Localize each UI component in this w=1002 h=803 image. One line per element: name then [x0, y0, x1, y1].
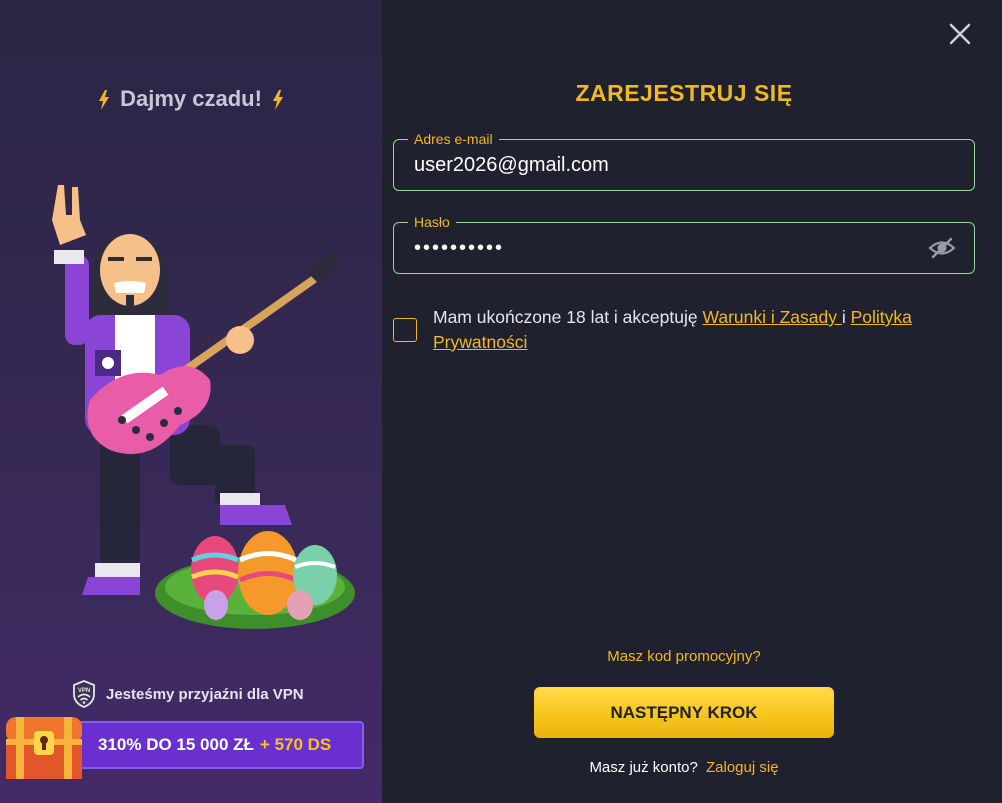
email-input[interactable]	[414, 140, 914, 190]
form-title: ZAREJESTRUJ SIĘ	[575, 80, 793, 106]
login-prompt: Masz już konto?	[589, 759, 698, 776]
terms-checkbox[interactable]	[393, 318, 417, 342]
promo-title-text: Dajmy czadu!	[120, 86, 262, 111]
vpn-text: Jesteśmy przyjaźni dla VPN	[106, 685, 304, 703]
svg-text:VPN: VPN	[78, 688, 90, 694]
promo-code-link[interactable]: Masz kod promocyjny?	[393, 648, 975, 665]
eye-off-icon[interactable]	[928, 236, 956, 260]
bonus-extra-text: + 570 DS	[259, 735, 332, 754]
terms-link[interactable]: Warunki i Zasady	[702, 307, 841, 327]
password-field: Hasło	[393, 213, 975, 274]
bonus-main-text: 310% DO 15 000 ZŁ	[98, 735, 254, 754]
treasure-chest-icon	[6, 717, 82, 779]
login-link[interactable]: Zaloguj się	[706, 759, 779, 776]
next-step-button[interactable]: NASTĘPNY KROK	[534, 687, 834, 738]
login-prompt-row: Masz już konto? Zaloguj się	[393, 759, 975, 776]
vpn-friendly-note: VPN Jesteśmy przyjaźni dla VPN	[72, 680, 304, 708]
email-field: Adres e-mail	[393, 130, 975, 191]
terms-prefix: Mam ukończone 18 lat i akceptuję	[433, 307, 703, 327]
lightning-icon	[272, 90, 283, 111]
vpn-shield-icon: VPN	[73, 680, 95, 708]
terms-middle: i	[841, 307, 851, 327]
promo-panel: Dajmy czadu! VPN Jesteśmy przyjaźni dla …	[0, 0, 382, 803]
terms-text: Mam ukończone 18 lat i akceptuję Warunki…	[433, 305, 983, 355]
lightning-icon	[99, 90, 110, 111]
rocker-illustration	[52, 185, 355, 629]
password-input[interactable]	[414, 223, 914, 273]
bonus-banner[interactable]: 310% DO 15 000 ZŁ + 570 DS	[78, 721, 364, 769]
promo-heading: Dajmy czadu!	[0, 86, 382, 112]
close-icon[interactable]	[944, 18, 976, 50]
